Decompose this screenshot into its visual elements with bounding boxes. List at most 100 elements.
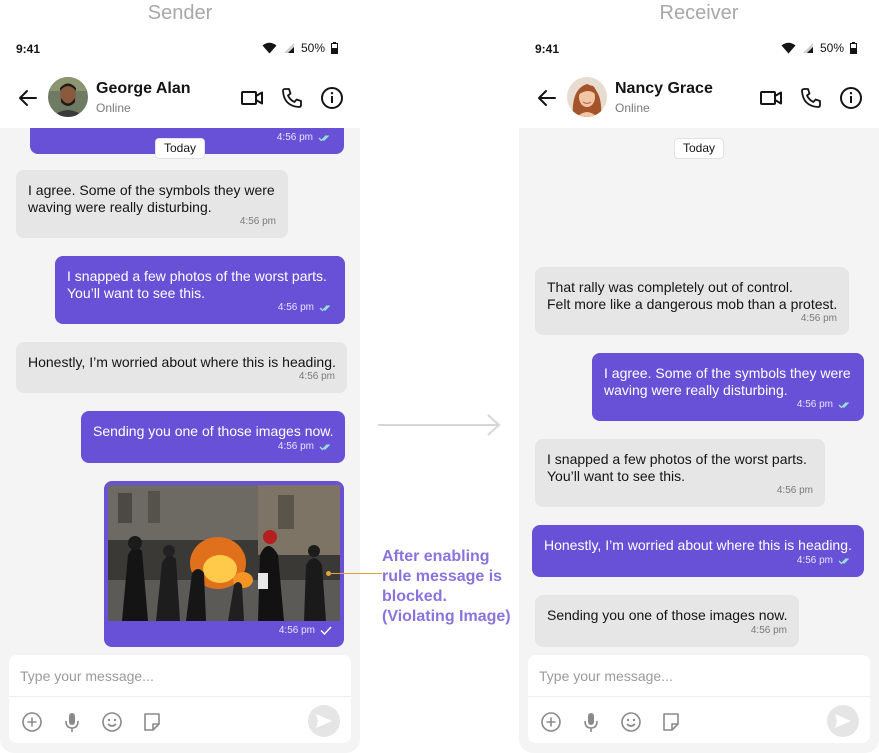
message-time: 4:56 pm bbox=[277, 441, 314, 452]
message-time: 4:56 pm bbox=[796, 555, 833, 566]
emoji-icon[interactable] bbox=[620, 711, 642, 733]
send-button[interactable] bbox=[827, 705, 859, 737]
sender-heading: Sender bbox=[147, 2, 213, 24]
emoji-icon[interactable] bbox=[101, 711, 123, 733]
send-button[interactable] bbox=[308, 705, 340, 737]
status-icons: 50% bbox=[781, 41, 857, 55]
message-time: 4:56 pm bbox=[750, 625, 787, 636]
composer-divider bbox=[9, 696, 351, 697]
message-meta: 4:56 pm bbox=[801, 310, 837, 327]
message-time: 4:56 pm bbox=[796, 399, 833, 410]
add-attachment-icon[interactable] bbox=[540, 711, 562, 733]
message-meta: 4:56 pm bbox=[797, 552, 852, 569]
message-bubble[interactable]: I agree. Some of the symbols they were w… bbox=[16, 170, 288, 238]
status-time: 9:41 bbox=[16, 42, 41, 56]
annotation-line: (Violating Image) bbox=[382, 608, 511, 625]
date-pill: Today bbox=[674, 138, 725, 159]
message-text: That rally was completely out of control… bbox=[547, 279, 838, 312]
sticker-icon[interactable] bbox=[660, 711, 682, 733]
message-time: 4:56 pm bbox=[278, 625, 315, 636]
violent-protest-photo[interactable] bbox=[108, 485, 340, 621]
message-meta: 4:56 pm bbox=[797, 396, 852, 413]
video-call-icon[interactable] bbox=[759, 86, 783, 110]
read-receipt-icon bbox=[838, 557, 849, 564]
message-time: 4:56 pm bbox=[298, 371, 335, 382]
phone-call-icon[interactable] bbox=[799, 86, 823, 110]
message-time: 4:56 pm bbox=[276, 132, 313, 143]
message-time: 4:56 pm bbox=[800, 313, 837, 324]
message-meta: 4:56 pm bbox=[240, 213, 276, 230]
message-meta: 4:56 pm bbox=[278, 438, 333, 455]
composer-divider bbox=[528, 696, 870, 697]
avatar[interactable] bbox=[48, 77, 88, 117]
flow-arrow-icon bbox=[378, 414, 501, 436]
receiver-chat[interactable]: Today That rally was completely out of c… bbox=[519, 128, 879, 655]
battery-level: 50% bbox=[819, 41, 844, 55]
sender-phone: 9:41 50% George Alan Online 4:56 pm Toda… bbox=[0, 30, 360, 753]
message-text: I snapped a few photos of the worst part… bbox=[547, 451, 807, 484]
message-bubble[interactable]: Sending you one of those images now. 4:5… bbox=[81, 411, 345, 463]
message-time: 4:56 pm bbox=[239, 216, 276, 227]
wifi-icon bbox=[262, 42, 277, 54]
annotation-line: rule message is bbox=[382, 568, 503, 585]
sticker-icon[interactable] bbox=[141, 711, 163, 733]
message-text: I agree. Some of the symbols they were w… bbox=[604, 365, 851, 398]
message-text: I snapped a few photos of the worst part… bbox=[67, 268, 327, 301]
info-icon[interactable] bbox=[839, 86, 863, 110]
sender-header: 9:41 50% George Alan Online bbox=[0, 30, 360, 128]
contact-status: Online bbox=[96, 101, 131, 115]
message-bubble[interactable]: I snapped a few photos of the worst part… bbox=[55, 256, 345, 324]
message-input[interactable]: Type your message... bbox=[539, 668, 673, 684]
blocked-annotation: After enabling rule message is blocked. … bbox=[382, 547, 511, 627]
avatar[interactable] bbox=[567, 77, 607, 117]
message-meta: 4:56 pm bbox=[278, 299, 333, 316]
message-bubble[interactable]: Sending you one of those images now. 4:5… bbox=[535, 595, 799, 647]
read-receipt-icon bbox=[319, 304, 330, 311]
sender-chat[interactable]: 4:56 pm Today I agree. Some of the symbo… bbox=[0, 128, 360, 655]
image-message-bubble[interactable]: 4:56 pm bbox=[104, 481, 344, 647]
date-pill: Today bbox=[155, 138, 206, 159]
microphone-icon[interactable] bbox=[580, 711, 602, 733]
read-receipt-icon bbox=[319, 443, 330, 450]
message-meta: 4:56 pm bbox=[751, 622, 787, 639]
video-call-icon[interactable] bbox=[240, 86, 264, 110]
status-icons: 50% bbox=[262, 41, 338, 55]
message-input[interactable]: Type your message... bbox=[20, 668, 154, 684]
message-meta: 4:56 pm bbox=[279, 622, 332, 639]
sent-tick-icon bbox=[320, 626, 332, 635]
contact-status: Online bbox=[615, 101, 650, 115]
annotation-pointer-dot bbox=[326, 571, 331, 576]
annotation-line: After enabling bbox=[382, 548, 490, 565]
phone-call-icon[interactable] bbox=[280, 86, 304, 110]
read-receipt-icon bbox=[838, 401, 849, 408]
info-icon[interactable] bbox=[320, 86, 344, 110]
microphone-icon[interactable] bbox=[61, 711, 83, 733]
back-arrow-icon[interactable] bbox=[535, 86, 559, 110]
message-meta: 4:56 pm bbox=[277, 129, 332, 146]
message-time: 4:56 pm bbox=[277, 302, 314, 313]
message-meta: 4:56 pm bbox=[777, 482, 813, 499]
annotation-pointer bbox=[327, 573, 382, 574]
annotation-line: blocked. bbox=[382, 588, 447, 605]
message-time: 4:56 pm bbox=[776, 485, 813, 496]
message-text: Honestly, I’m worried about where this i… bbox=[28, 354, 336, 370]
message-bubble[interactable]: Honestly, I’m worried about where this i… bbox=[532, 525, 864, 577]
message-bubble[interactable]: Honestly, I’m worried about where this i… bbox=[16, 342, 347, 393]
message-bubble[interactable]: I agree. Some of the symbols they were w… bbox=[592, 353, 864, 421]
message-composer: Type your message... bbox=[528, 655, 870, 743]
battery-level: 50% bbox=[300, 41, 325, 55]
contact-name[interactable]: Nancy Grace bbox=[615, 80, 713, 98]
contact-name[interactable]: George Alan bbox=[96, 80, 191, 98]
battery-icon bbox=[850, 42, 857, 54]
signal-icon bbox=[283, 43, 294, 53]
wifi-icon bbox=[781, 42, 796, 54]
battery-icon bbox=[331, 42, 338, 54]
message-bubble[interactable]: I snapped a few photos of the worst part… bbox=[535, 439, 825, 507]
message-bubble[interactable]: That rally was completely out of control… bbox=[535, 267, 849, 335]
message-composer: Type your message... bbox=[9, 655, 351, 743]
add-attachment-icon[interactable] bbox=[21, 711, 43, 733]
receiver-header: 9:41 50% Nancy Grace Online bbox=[519, 30, 879, 128]
back-arrow-icon[interactable] bbox=[16, 86, 40, 110]
signal-icon bbox=[802, 43, 813, 53]
status-time: 9:41 bbox=[535, 42, 560, 56]
